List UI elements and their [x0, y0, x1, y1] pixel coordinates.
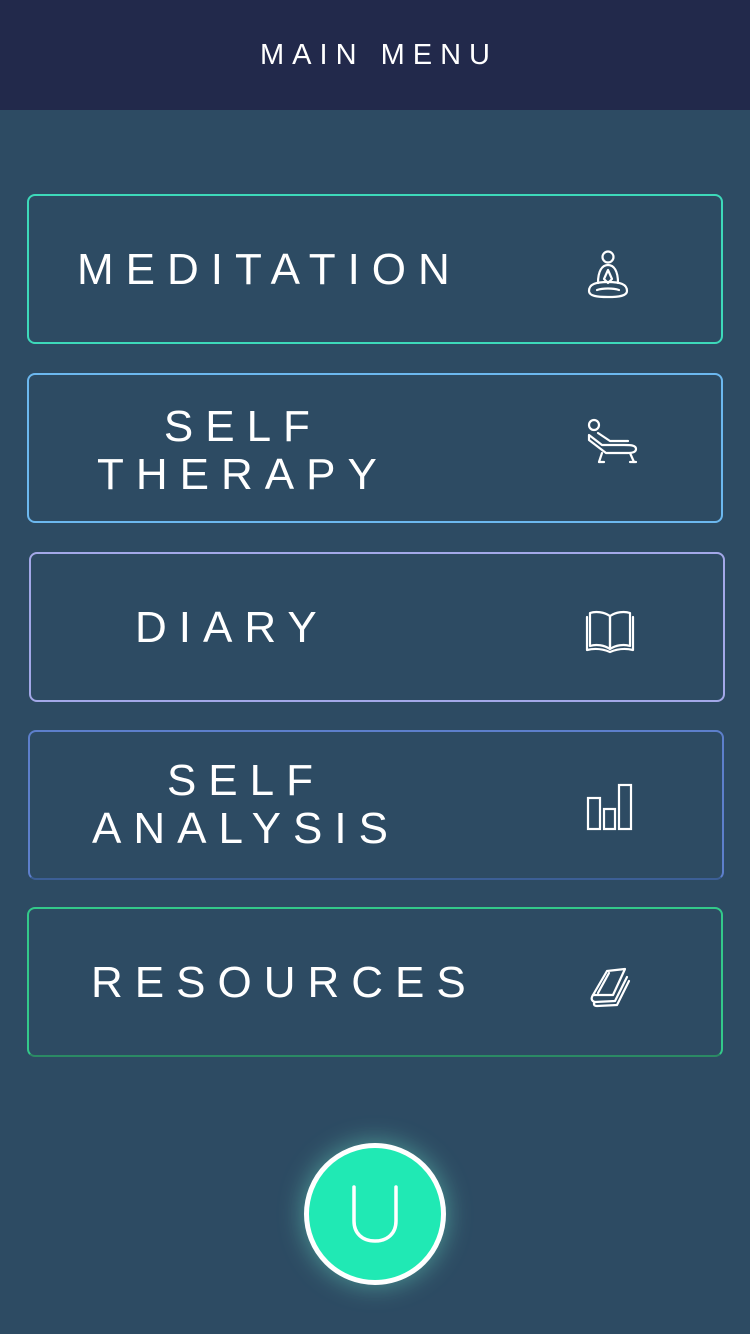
bar-chart-icon: [586, 782, 636, 832]
menu-item-label: DIARY: [135, 603, 329, 652]
page-title: MAIN MENU: [260, 38, 498, 71]
meditation-icon: [583, 246, 633, 302]
menu-item-resources[interactable]: RESOURCES: [27, 907, 723, 1057]
menu-item-self-therapy[interactable]: SELF THERAPY: [27, 373, 723, 523]
menu-item-label: SELF THERAPY: [97, 402, 389, 499]
therapy-couch-icon: [584, 415, 640, 465]
menu-item-label: MEDITATION: [77, 245, 462, 294]
menu-item-diary[interactable]: DIARY: [29, 552, 725, 702]
top-header-bar: MAIN MENU: [0, 0, 750, 110]
menu-item-label: SELF ANALYSIS: [92, 756, 400, 853]
book-icon: [585, 608, 635, 654]
home-button[interactable]: [304, 1143, 446, 1285]
papers-icon: [587, 965, 631, 1009]
menu-item-self-analysis[interactable]: SELF ANALYSIS: [28, 730, 724, 880]
menu-item-meditation[interactable]: MEDITATION: [27, 194, 723, 344]
u-logo-icon: [352, 1185, 398, 1243]
menu-item-label: RESOURCES: [91, 958, 478, 1007]
